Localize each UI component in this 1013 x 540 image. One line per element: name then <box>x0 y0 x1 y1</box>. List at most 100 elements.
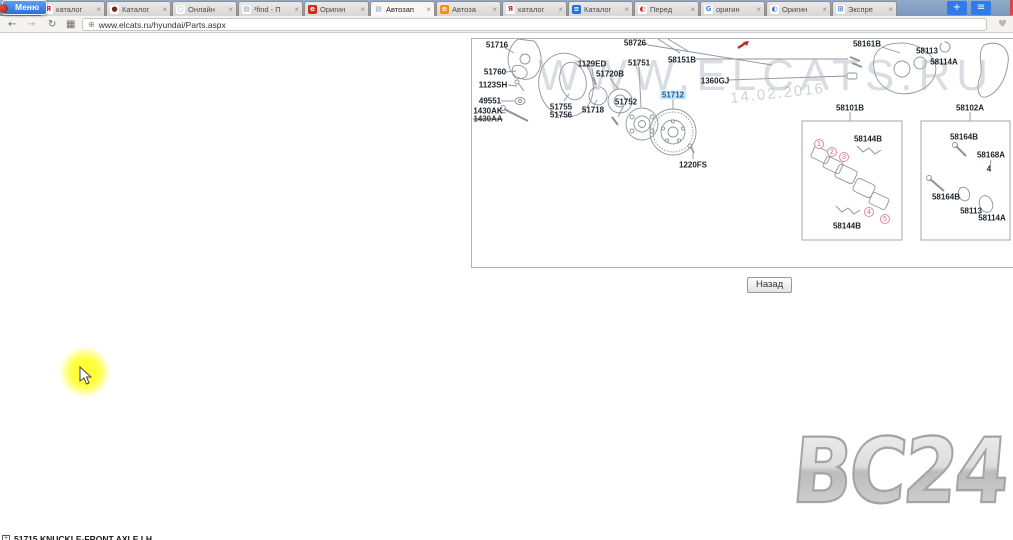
diagram-part-label-58101B[interactable]: 58101B <box>836 104 864 113</box>
browser-tab[interactable]: ◐Оригин× <box>766 1 831 16</box>
tab-label: Каталог <box>122 5 160 14</box>
diagram-part-label-58113[interactable]: 58113 <box>916 47 938 56</box>
browser-tab[interactable]: eАвтоза× <box>436 1 501 16</box>
tab-label: Экспре <box>848 5 886 14</box>
diagram-part-label-51718[interactable]: 51718 <box>582 106 604 115</box>
tab-menu-button[interactable]: ≡ <box>971 1 991 15</box>
page-favicon: ▤ <box>374 5 383 14</box>
diagram-part-label-1129ED[interactable]: 1129ED <box>578 60 606 69</box>
browser-tab[interactable]: Якаталог× <box>40 1 105 16</box>
browser-toolbar: ← → ↻ ▦ ⊕ www.elcats.ru/hyundai/Parts.as… <box>0 16 1013 33</box>
diagram-part-label-51756[interactable]: 51756 <box>550 111 572 120</box>
diagram-part-label-58144B[interactable]: 58144B <box>833 222 861 231</box>
diagram-part-label-58102A[interactable]: 58102A <box>956 104 984 113</box>
diagram-part-label-49551[interactable]: 49551 <box>479 97 501 106</box>
menu-button[interactable]: Меню <box>2 0 47 15</box>
brake-favicon: ◐ <box>638 5 647 14</box>
browser-tab[interactable]: ▤²find - П× <box>238 1 303 16</box>
tab-close-icon[interactable]: × <box>624 5 629 14</box>
browser-tab[interactable]: Gоригин× <box>700 1 765 16</box>
back-icon[interactable]: ← <box>8 18 16 31</box>
tab-close-icon[interactable]: × <box>294 5 299 14</box>
tab-close-icon[interactable]: × <box>690 5 695 14</box>
browser-tab[interactable]: eОригин× <box>304 1 369 16</box>
browser-tab[interactable]: ●Каталог× <box>106 1 171 16</box>
tab-close-icon[interactable]: × <box>822 5 827 14</box>
browser-tab[interactable]: ◐Перед× <box>634 1 699 16</box>
yandex-favicon: Я <box>506 5 515 14</box>
document-favicon: ▤ <box>242 5 251 14</box>
diagram-part-label-58164B[interactable]: 58164B <box>950 133 978 142</box>
expand-plus-icon[interactable]: + <box>2 535 10 540</box>
back-button[interactable]: Назад <box>747 277 792 293</box>
tab-close-icon[interactable]: × <box>558 5 563 14</box>
callout-number-1: 1 <box>814 139 824 149</box>
tab-close-icon[interactable]: × <box>756 5 761 14</box>
browser-tab[interactable]: ▤Автозап× <box>370 1 435 16</box>
red-arrow-annotation <box>738 41 749 48</box>
tab-label: оригин <box>716 5 754 14</box>
diagram-part-label-51712[interactable]: 51712 <box>660 91 686 100</box>
diagram-part-label-58114A[interactable]: 58114A <box>978 214 1006 223</box>
tab-close-icon[interactable]: × <box>426 5 431 14</box>
diagram-part-label-51760[interactable]: 51760 <box>484 68 506 77</box>
diagram-part-label-1360GJ[interactable]: 1360GJ <box>701 77 729 86</box>
diagram-part-label-58168A[interactable]: 58168A <box>977 151 1005 160</box>
opera-favicon: e <box>308 5 317 14</box>
new-tab-button[interactable]: + <box>947 1 967 15</box>
browser-tab[interactable]: ⊞Экспре× <box>832 1 897 16</box>
address-bar[interactable]: ⊕ www.elcats.ru/hyundai/Parts.aspx <box>82 18 987 31</box>
diagram-part-label-58151B[interactable]: 58151B <box>668 56 696 65</box>
diagram-part-label-1430AA[interactable]: 1430AA <box>473 115 502 124</box>
tab-label: ²find - П <box>254 5 292 14</box>
parts-diagram-panel: WWW.ELCATS.RU 14.02.2016 <box>471 38 1013 268</box>
callout-number-2: 2 <box>827 147 837 157</box>
callout-number-5: 5 <box>880 214 890 224</box>
apps-grid-icon[interactable]: ▦ <box>66 18 75 31</box>
callout-number-4: 4 <box>864 207 874 217</box>
diagram-part-label-58161B[interactable]: 58161B <box>853 40 881 49</box>
tab-label: каталог <box>518 5 556 14</box>
browser-tab[interactable]: ≡Каталог× <box>568 1 633 16</box>
tab-close-icon[interactable]: × <box>228 5 233 14</box>
diagram-part-label-51751[interactable]: 51751 <box>628 59 650 68</box>
browser-tab[interactable]: Якаталог× <box>502 1 567 16</box>
diagram-part-label-58164B[interactable]: 58164B <box>932 193 960 202</box>
tab-close-icon[interactable]: × <box>492 5 497 14</box>
diagram-part-label-1123SH[interactable]: 1123SH <box>479 81 507 90</box>
diagram-part-label-51720B[interactable]: 51720B <box>596 70 624 79</box>
globe-favicon: ◐ <box>770 5 779 14</box>
video-watermark: BC24 <box>789 427 1010 517</box>
tab-label: каталог <box>56 5 94 14</box>
url-text[interactable]: www.elcats.ru/hyundai/Parts.aspx <box>99 20 226 30</box>
tab-close-icon[interactable]: × <box>96 5 101 14</box>
diagram-part-label-51716[interactable]: 51716 <box>486 41 508 50</box>
site-info-icon[interactable]: ⊕ <box>88 20 95 29</box>
forward-icon[interactable]: → <box>27 18 35 31</box>
diagram-part-label-58726[interactable]: 58726 <box>624 39 646 48</box>
browser-window: { "browser": { "menu_button_label": "Мен… <box>0 0 1013 540</box>
wheel-favicon: ● <box>110 5 119 14</box>
diagram-part-label-58114A[interactable]: 58114A <box>930 58 958 67</box>
next-part-group-link[interactable]: + 51715 KNUCKLE-FRONT AXLE,LH <box>2 534 152 540</box>
record-dot-icon <box>0 4 8 13</box>
reload-icon[interactable]: ↻ <box>48 18 56 31</box>
tab-strip: Меню Якаталог×●Каталог×○Онлайн×▤²find - … <box>0 0 1013 16</box>
callout-number-3: 3 <box>839 152 849 162</box>
tab-close-icon[interactable]: × <box>162 5 167 14</box>
tab-label: Онлайн <box>188 5 226 14</box>
tab-label: Каталог <box>584 5 622 14</box>
google-favicon: G <box>704 5 713 14</box>
diagram-part-label-4[interactable]: 4 <box>987 165 991 174</box>
online-favicon: ○ <box>176 5 185 14</box>
tab-close-icon[interactable]: × <box>888 5 893 14</box>
browser-tab[interactable]: ○Онлайн× <box>172 1 237 16</box>
favorite-heart-icon[interactable]: ♥ <box>998 19 1007 30</box>
list-favicon: ≡ <box>572 5 581 14</box>
diagram-part-label-58144B[interactable]: 58144B <box>854 135 882 144</box>
diagram-part-label-51752[interactable]: 51752 <box>615 98 637 107</box>
tab-strip-tabs: Якаталог×●Каталог×○Онлайн×▤²find - П×eОр… <box>40 1 898 16</box>
tab-close-icon[interactable]: × <box>360 5 365 14</box>
diagram-part-label-1220FS[interactable]: 1220FS <box>679 161 707 170</box>
tab-label: Оригин <box>782 5 820 14</box>
